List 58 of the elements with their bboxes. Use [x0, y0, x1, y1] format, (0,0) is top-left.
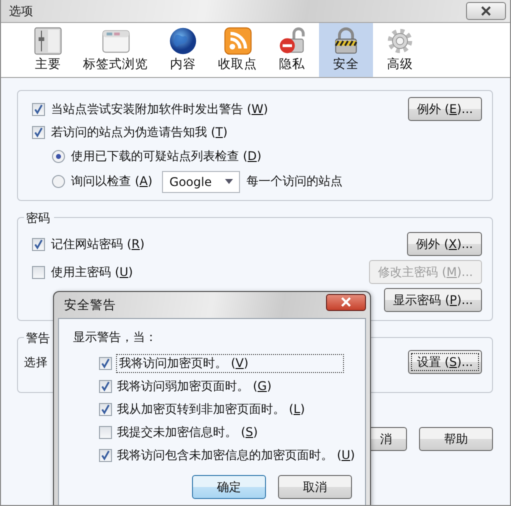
radio-label: 询问以检查 (A)	[71, 173, 152, 190]
toolbar-tab[interactable]: 内容	[156, 23, 210, 77]
checkbox-square[interactable]	[99, 380, 112, 393]
toolbar-tab[interactable]: 隐私	[265, 23, 319, 77]
unlocked-padlock-icon	[277, 26, 307, 56]
radio-button[interactable]	[52, 175, 65, 188]
checkbox-label: 我将访问弱加密页面时。 (G)	[117, 378, 272, 395]
checkbox-label: 记住网站密码 (R)	[51, 236, 145, 252]
provider-dropdown[interactable]: Google	[162, 170, 240, 192]
switch-panel-icon	[33, 26, 63, 56]
checkbox-label: 使用主密码 (U)	[51, 264, 133, 280]
checkbox-label: 我将访问包含未加密信息的加密页面时。 (U)	[117, 447, 355, 464]
checkbox-square[interactable]	[32, 102, 45, 116]
checkbox-square[interactable]	[32, 238, 45, 250]
radio-button[interactable]	[52, 150, 65, 163]
toolbar-tab[interactable]: 收取点	[210, 23, 265, 77]
gear-icon	[385, 26, 415, 56]
checkbox-square[interactable]	[99, 357, 112, 370]
dialog-prompt: 显示警告，当：	[73, 329, 158, 346]
close-button[interactable]	[466, 2, 506, 20]
caret-icon	[225, 179, 234, 184]
toolbar-tab[interactable]: 标签式浏览	[75, 23, 156, 77]
checkbox-square[interactable]	[99, 403, 112, 416]
checkbox-label: 我将访问加密页时。 (V)	[117, 355, 343, 372]
show-passwords-button[interactable]: 显示密码 (P)...	[384, 288, 482, 312]
toolbar-tab[interactable]: 高级	[373, 23, 427, 77]
checkbox[interactable]: 我提交未加密信息时。 (S)	[73, 421, 355, 444]
close-button[interactable]	[326, 294, 366, 310]
checkbox-square[interactable]	[32, 126, 45, 139]
checkbox[interactable]: 我将访问包含未加密信息的加密页面时。 (U)	[73, 444, 355, 467]
checkbox[interactable]: 使用主密码 (U)	[32, 264, 133, 280]
group-legend: 警告	[24, 330, 54, 347]
globe-icon	[168, 26, 198, 56]
settings-button[interactable]: 设置 (S)...	[408, 350, 482, 374]
window-title: 选项	[9, 2, 33, 20]
exceptions-button[interactable]: 例外 (E)...	[408, 97, 482, 121]
warning-description: 选择	[24, 354, 48, 370]
toolbar-tab[interactable]: 主要	[21, 23, 75, 77]
footer-button[interactable]: 帮助	[419, 427, 493, 451]
dialog-button[interactable]: 确定	[192, 475, 266, 499]
checkbox-label: 我提交未加密信息时。 (S)	[117, 424, 258, 441]
checkbox[interactable]: 我将访问弱加密页面时。 (G)	[73, 375, 355, 398]
close-icon	[480, 6, 492, 16]
checkbox[interactable]: 记住网站密码 (R)	[32, 236, 145, 252]
checkbox[interactable]: 我从加密页转到非加密页面时。 (L)	[73, 398, 355, 421]
checkbox-square[interactable]	[32, 266, 45, 278]
dialog-button[interactable]: 取消	[278, 475, 352, 499]
checkbox-square[interactable]	[99, 449, 112, 462]
checkbox[interactable]: 我将访问加密页时。 (V)	[73, 352, 355, 375]
checkbox-square[interactable]	[99, 426, 112, 439]
dropdown-suffix: 每一个访问的站点	[246, 173, 342, 190]
exceptions-button[interactable]: 例外 (X)...	[407, 232, 482, 256]
rss-feed-icon	[222, 26, 252, 56]
toolbar-tab[interactable]: 安全	[319, 23, 373, 77]
close-icon	[340, 297, 352, 307]
radio-label: 使用已下载的可疑站点列表检查 (D)	[71, 148, 262, 165]
checkbox-label: 我从加密页转到非加密页面时。 (L)	[117, 401, 305, 418]
dialog-title: 安全警告	[64, 296, 116, 314]
